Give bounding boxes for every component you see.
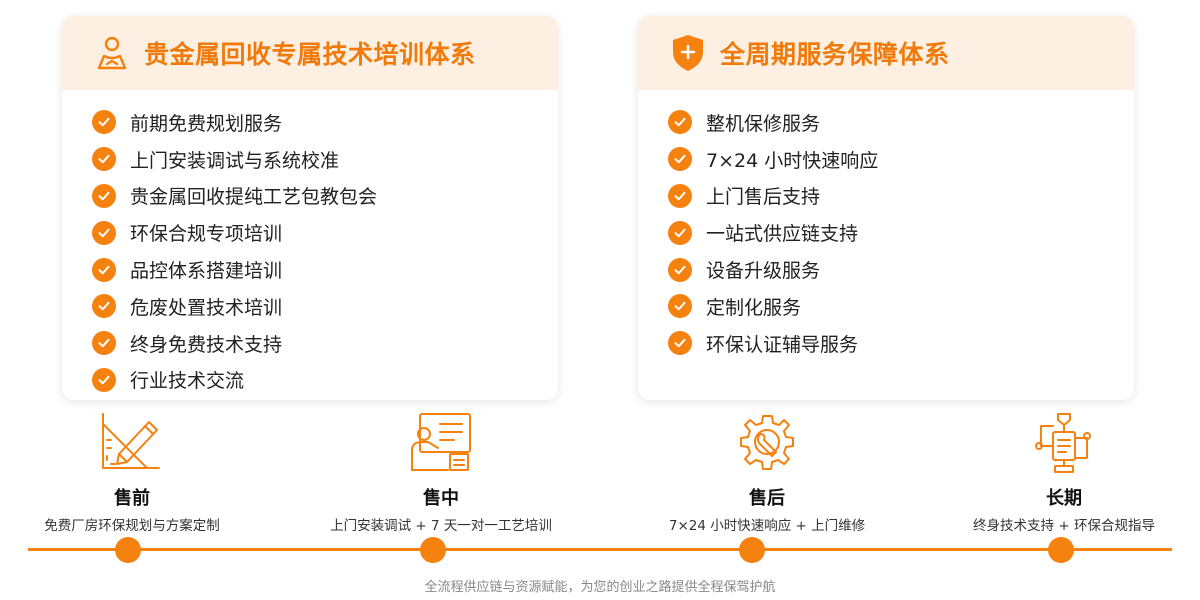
timeline-dot-insale [420, 537, 446, 563]
list-item-label: 行业技术交流 [130, 370, 245, 393]
person-icon [92, 33, 132, 73]
list-item: 定制化服务 [668, 288, 1134, 325]
list-item-label: 危废处置技术培训 [130, 296, 283, 319]
list-item: 前期免费规划服务 [92, 104, 558, 141]
shield-plus-icon [668, 33, 708, 73]
stage-presale: 售前 免费厂房环保规划与方案定制 [2, 410, 262, 534]
list-item-label: 上门安装调试与系统校准 [130, 149, 340, 172]
stage-longterm: 长期 终身技术支持 + 环保合规指导 [934, 410, 1194, 534]
footer-caption: 全流程供应链与资源赋能，为您的创业之路提供全程保驾护航 [424, 580, 776, 595]
list-item-label: 7×24 小时快速响应 [706, 149, 879, 172]
check-icon [668, 257, 692, 282]
list-item-label: 贵金属回收提纯工艺包教包会 [130, 186, 378, 209]
flow-process-icon [1035, 413, 1091, 473]
list-item-label: 环保认证辅导服务 [706, 333, 859, 356]
list-item: 整机保修服务 [668, 104, 1134, 141]
stage-name: 售后 [749, 488, 785, 509]
stage-name: 长期 [1046, 488, 1082, 509]
list-item-label: 上门售后支持 [706, 186, 821, 209]
timeline-dot-longterm [1048, 537, 1074, 563]
list-item: 7×24 小时快速响应 [668, 141, 1134, 178]
check-icon [92, 331, 116, 356]
training-card-title: 贵金属回收专属技术培训体系 [144, 40, 476, 69]
list-item-label: 整机保修服务 [706, 112, 821, 135]
check-icon [668, 110, 692, 135]
stage-description: 上门安装调试 + 7 天一对一工艺培训 [330, 518, 552, 534]
list-item: 终身免费技术支持 [92, 325, 558, 362]
check-icon [92, 367, 116, 392]
gear-wrench-icon [740, 415, 794, 470]
list-item-label: 一站式供应链支持 [706, 223, 859, 246]
check-icon [92, 220, 116, 245]
check-icon [92, 183, 116, 208]
list-item: 一站式供应链支持 [668, 214, 1134, 251]
check-icon [92, 257, 116, 282]
service-card-title: 全周期服务保障体系 [720, 40, 950, 69]
check-icon [668, 220, 692, 245]
stage-description: 免费厂房环保规划与方案定制 [44, 518, 220, 534]
service-card-header: 全周期服务保障体系 [638, 16, 1134, 90]
list-item: 设备升级服务 [668, 251, 1134, 288]
check-icon [668, 183, 692, 208]
stage-name: 售中 [423, 488, 459, 509]
list-item-label: 定制化服务 [706, 296, 802, 319]
check-icon [668, 294, 692, 319]
list-item-label: 设备升级服务 [706, 260, 821, 283]
list-item-label: 终身免费技术支持 [130, 333, 283, 356]
list-item-label: 前期免费规划服务 [130, 112, 283, 135]
service-system-card: 全周期服务保障体系 整机保修服务 7×24 小时快速响应 上门售后支持 一站式供… [638, 16, 1134, 400]
list-item: 品控体系搭建培训 [92, 251, 558, 288]
list-item: 上门安装调试与系统校准 [92, 141, 558, 178]
training-item-list: 前期免费规划服务 上门安装调试与系统校准 贵金属回收提纯工艺包教包会 环保合规专… [62, 90, 558, 398]
check-icon [92, 147, 116, 172]
list-item: 行业技术交流 [92, 362, 558, 399]
timeline-line [28, 548, 1172, 551]
timeline-dot-presale [115, 537, 141, 563]
stage-description: 终身技术支持 + 环保合规指导 [973, 518, 1155, 534]
ruler-pencil-icon [102, 413, 160, 469]
timeline-dot-aftersale [739, 537, 765, 563]
list-item: 环保认证辅导服务 [668, 325, 1134, 362]
teacher-screen-icon [411, 413, 471, 471]
check-icon [92, 294, 116, 319]
stage-description: 7×24 小时快速响应 + 上门维修 [668, 518, 866, 534]
training-system-card: 贵金属回收专属技术培训体系 前期免费规划服务 上门安装调试与系统校准 贵金属回收… [62, 16, 558, 400]
service-item-list: 整机保修服务 7×24 小时快速响应 上门售后支持 一站式供应链支持 设备升级服… [638, 90, 1134, 362]
list-item: 上门售后支持 [668, 178, 1134, 215]
stage-insale: 售中 上门安装调试 + 7 天一对一工艺培训 [311, 410, 571, 534]
training-card-header: 贵金属回收专属技术培训体系 [62, 16, 558, 90]
check-icon [668, 147, 692, 172]
stage-aftersale: 售后 7×24 小时快速响应 + 上门维修 [637, 410, 897, 534]
check-icon [92, 110, 116, 135]
list-item-label: 环保合规专项培训 [130, 223, 283, 246]
list-item: 危废处置技术培训 [92, 288, 558, 325]
list-item-label: 品控体系搭建培训 [130, 260, 283, 283]
check-icon [668, 331, 692, 356]
list-item: 环保合规专项培训 [92, 214, 558, 251]
list-item: 贵金属回收提纯工艺包教包会 [92, 178, 558, 215]
stage-name: 售前 [114, 488, 150, 509]
